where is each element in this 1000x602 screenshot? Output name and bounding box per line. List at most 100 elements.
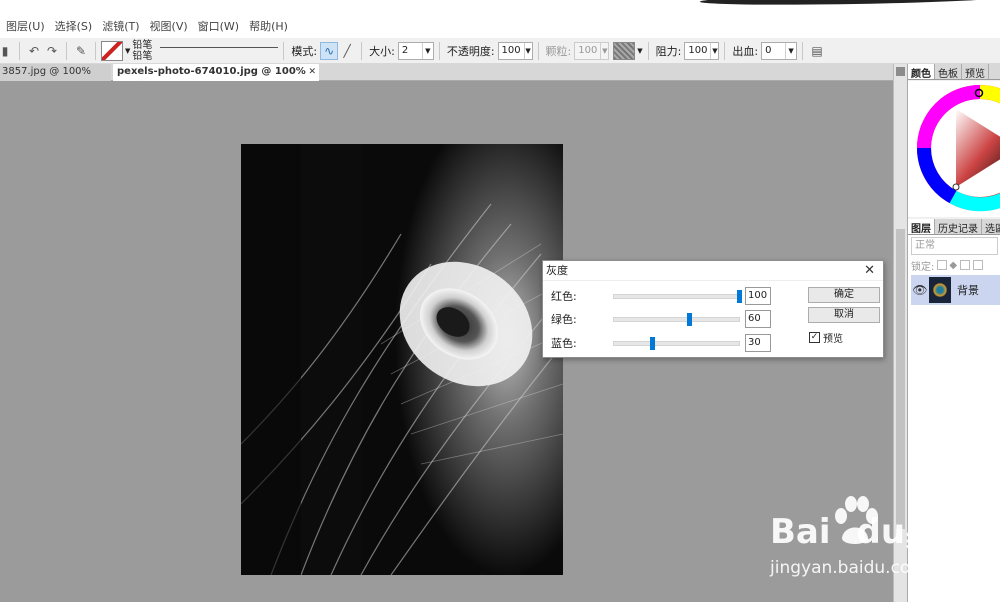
- menu-filter[interactable]: 滤镜(T): [102, 18, 139, 34]
- watermark-brand-part1: Bai: [770, 512, 831, 552]
- layer-thumbnail-art: [933, 283, 947, 297]
- lock-position-checkbox[interactable]: [960, 260, 971, 270]
- layers-panel-tabs: 图层 历史记录 选區: [908, 219, 1000, 235]
- layer-thumbnail: [929, 277, 951, 303]
- resist-value: 100: [688, 45, 708, 56]
- resist-dropdown[interactable]: 100 ▼: [684, 41, 720, 60]
- paste-icon[interactable]: ▮: [0, 42, 14, 60]
- bleed-dropdown[interactable]: 0 ▼: [761, 41, 798, 60]
- lock-transparency-checkbox[interactable]: [937, 260, 948, 270]
- divider: [361, 41, 363, 60]
- chevron-down-icon: ▼: [710, 42, 718, 59]
- red-slider-row: 红色: 100: [551, 287, 771, 305]
- keyboard-icon[interactable]: ▤: [808, 42, 826, 60]
- tab-document-pexels[interactable]: pexels-photo-674010.jpg @ 100% (8-位) ✕: [113, 64, 319, 93]
- chevron-down-icon: ▼: [600, 42, 608, 59]
- watermark-cn: 经验: [906, 524, 959, 554]
- red-value-input[interactable]: 100: [745, 287, 771, 305]
- size-label: 大小:: [369, 44, 395, 58]
- divider: [647, 41, 649, 60]
- divider: [283, 41, 285, 60]
- document-tab-bar: 3857.jpg @ 100% (8-位) pexels-photo-67401…: [0, 64, 893, 93]
- brush-name: 铅笔 铅笔: [132, 40, 278, 62]
- red-slider-knob[interactable]: [737, 290, 742, 303]
- chevron-down-icon: ▼: [421, 42, 433, 59]
- tool-options-bar: ▮ ↶ ↷ ✎ ▼ 铅笔 铅笔 模式: ∿ ╱ 大小: 2 ▼ 不透明度: 100…: [0, 38, 1000, 64]
- paw-icon: [832, 496, 878, 549]
- chevron-down-icon: ▼: [523, 42, 532, 59]
- menu-help[interactable]: 帮助(H): [249, 18, 288, 34]
- color-wheel[interactable]: [908, 81, 1000, 217]
- peacock-feather-image: [241, 144, 563, 575]
- divider: [537, 41, 539, 60]
- layer-name: 背景: [957, 284, 979, 297]
- brush-name-bottom: 铅笔: [132, 50, 153, 62]
- grayscale-dialog: 灰度 ✕ 红色: 100 绿色: 60 蓝色: 30 确定 取消 ✓ 预览: [542, 260, 884, 358]
- ok-button[interactable]: 确定: [808, 287, 880, 303]
- chevron-down-icon: ▼: [785, 42, 796, 59]
- blue-slider-knob[interactable]: [649, 337, 655, 350]
- resist-label: 阻力:: [655, 44, 682, 58]
- cancel-button[interactable]: 取消: [808, 307, 880, 323]
- green-label: 绿色:: [551, 313, 577, 326]
- size-dropdown[interactable]: 2 ▼: [397, 41, 434, 60]
- scroll-up-button[interactable]: [896, 67, 905, 76]
- blue-slider-row: 蓝色: 30: [551, 334, 771, 352]
- preview-checkbox[interactable]: ✓: [809, 332, 820, 343]
- brush-preset-picker[interactable]: ▼: [101, 40, 132, 61]
- opacity-dropdown[interactable]: 100 ▼: [497, 41, 533, 60]
- blend-mode-dropdown[interactable]: 正常: [911, 237, 998, 255]
- bleed-label: 出血:: [732, 44, 759, 58]
- line-mode-icon[interactable]: ╱: [338, 42, 356, 60]
- document-image[interactable]: [241, 144, 563, 575]
- lock-paint-icon: ◆: [949, 259, 958, 271]
- tab-history[interactable]: 历史记录: [935, 219, 982, 235]
- texture-picker[interactable]: ▼: [613, 41, 643, 60]
- green-value-input[interactable]: 60: [745, 310, 771, 328]
- close-icon[interactable]: ✕: [308, 64, 316, 80]
- brush-name-top: 铅笔: [132, 39, 153, 51]
- preview-checkbox-row[interactable]: ✓ 预览: [809, 330, 843, 345]
- scrollbar-thumb[interactable]: [896, 229, 905, 529]
- dialog-title: 灰度: [543, 261, 883, 281]
- lock-row: 锁定: ◆: [908, 257, 1000, 273]
- tab-preview[interactable]: 预览: [962, 64, 989, 80]
- baidu-watermark: Bai du 经验 jingyan.baidu.com: [770, 496, 1000, 602]
- divider: [724, 41, 726, 60]
- chevron-down-icon: ▼: [125, 46, 131, 55]
- texture-swatch: [613, 41, 636, 60]
- tab-swatches[interactable]: 色板: [935, 64, 962, 80]
- undo-icon[interactable]: ↶: [25, 42, 43, 60]
- blue-slider-track[interactable]: [613, 337, 740, 350]
- lock-all-checkbox[interactable]: [973, 260, 984, 270]
- close-icon[interactable]: ✕: [864, 261, 875, 281]
- divider: [95, 41, 96, 60]
- brush-tool-icon[interactable]: ✎: [72, 42, 90, 60]
- menu-window[interactable]: 窗口(W): [198, 18, 239, 34]
- preview-label: 预览: [823, 334, 843, 345]
- divider: [802, 41, 804, 60]
- menu-layer[interactable]: 图层(U): [6, 18, 45, 34]
- brush-preset-swatch: [101, 40, 123, 61]
- tab-color[interactable]: 颜色: [908, 64, 935, 80]
- mode-label: 模式:: [291, 44, 318, 58]
- decorative-swoosh: [699, 0, 1000, 7]
- grain-dropdown: 100 ▼: [574, 41, 610, 60]
- menu-select[interactable]: 选择(S): [55, 18, 93, 34]
- size-value: 2: [401, 45, 409, 56]
- tab-document-3857[interactable]: 3857.jpg @ 100% (8-位): [0, 64, 111, 93]
- red-slider-track[interactable]: [613, 290, 742, 303]
- freehand-mode-icon[interactable]: ∿: [320, 41, 339, 60]
- divider: [19, 41, 20, 60]
- grain-label: 颗粒:: [545, 44, 572, 58]
- menu-view[interactable]: 视图(V): [150, 18, 188, 34]
- green-slider-knob[interactable]: [687, 313, 692, 326]
- blue-value-input[interactable]: 30: [745, 334, 771, 352]
- tab-layers[interactable]: 图层: [908, 219, 935, 235]
- layer-row-background[interactable]: 👁 背景: [911, 275, 1000, 305]
- eye-icon[interactable]: 👁: [911, 283, 929, 297]
- green-slider-track[interactable]: [613, 313, 740, 326]
- redo-icon[interactable]: ↷: [43, 42, 61, 60]
- opacity-label: 不透明度:: [446, 44, 495, 58]
- tab-selection[interactable]: 选區: [982, 219, 1000, 235]
